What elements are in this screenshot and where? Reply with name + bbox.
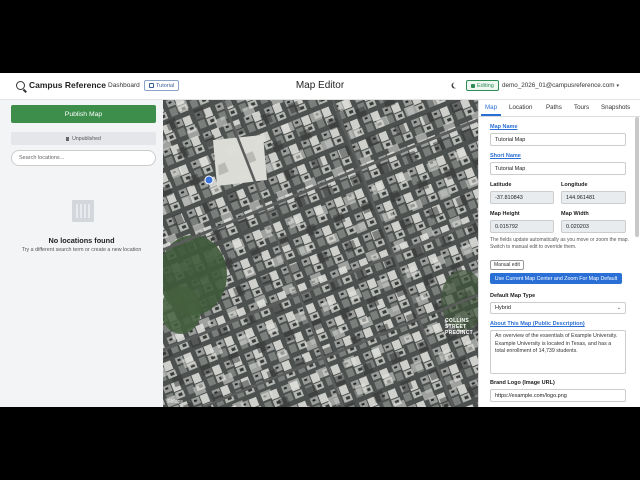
brand-logo-label: Brand Logo (Image URL): [490, 380, 555, 386]
map-height-label: Map Height: [490, 211, 520, 217]
satellite-map[interactable]: COLLINS STREET PRECINCT ©Maps: [163, 100, 478, 407]
user-email: demo_2026_01@campusreference.com: [502, 82, 615, 89]
auto-update-hint: The fields update automatically as you m…: [490, 237, 629, 250]
tab-paths[interactable]: Paths: [546, 104, 562, 111]
map-overlay-label: COLLINS STREET PRECINCT: [445, 318, 473, 336]
panel-tabs: Map Location Paths Tours Snapshots: [479, 100, 640, 117]
brand-logo-url-input[interactable]: https://example.com/logo.png: [490, 389, 626, 402]
magnifier-logo-icon: [16, 80, 25, 90]
map-settings-panel: Map Location Paths Tours Snapshots Map N…: [478, 100, 640, 407]
map-attribution: ©Maps: [167, 399, 183, 405]
status-label: Unpublished: [72, 135, 101, 142]
lock-icon: [471, 83, 475, 88]
editing-label: Editing: [477, 82, 494, 89]
manual-edit-button[interactable]: Manual edit: [490, 260, 524, 270]
latitude-label: Latitude: [490, 182, 512, 188]
empty-state-title: No locations found: [48, 236, 115, 245]
short-name-label: Short Name: [490, 153, 521, 159]
building-icon: [72, 200, 94, 222]
map-name-label: Map Name: [490, 124, 518, 130]
dark-mode-icon[interactable]: [453, 82, 459, 88]
tab-location[interactable]: Location: [509, 104, 532, 111]
map-imagery: [163, 100, 478, 407]
map-name-input[interactable]: Tutorial Map: [490, 133, 626, 146]
map-type-value: Hybrid: [495, 305, 511, 311]
book-icon: [149, 83, 154, 88]
default-map-type-select[interactable]: Hybrid ⌄: [490, 302, 626, 314]
tab-tours[interactable]: Tours: [574, 104, 589, 111]
default-map-type-label: Default Map Type: [490, 293, 536, 299]
tutorial-button[interactable]: Tutorial: [144, 80, 180, 91]
longitude-field[interactable]: 144.961481: [561, 191, 626, 204]
dashboard-link[interactable]: Dashboard: [108, 82, 140, 89]
brand-name: Campus Reference: [29, 80, 107, 90]
brand-logo[interactable]: Campus Reference: [16, 80, 106, 90]
user-menu[interactable]: demo_2026_01@campusreference.com ▾: [502, 82, 619, 89]
short-name-input[interactable]: Tutorial Map: [490, 162, 626, 175]
unpublished-status-badge: Unpublished: [11, 132, 156, 145]
about-map-textarea[interactable]: An overview of the essentials of Example…: [490, 330, 626, 374]
about-map-label: About This Map (Public Description): [490, 321, 585, 327]
search-locations-input[interactable]: [11, 150, 156, 166]
tab-map[interactable]: Map: [485, 104, 497, 111]
tab-snapshots[interactable]: Snapshots: [601, 104, 630, 111]
chevron-down-icon: ⌄: [616, 305, 621, 311]
latitude-field[interactable]: -37.810843: [490, 191, 554, 204]
use-default-view-button[interactable]: Use Current Map Center and Zoom For Map …: [490, 273, 622, 284]
publish-map-button[interactable]: Publish Map: [11, 105, 156, 123]
top-bar: Campus Reference Dashboard Tutorial Map …: [0, 73, 640, 100]
map-width-label: Map Width: [561, 211, 589, 217]
document-icon: [66, 136, 70, 141]
active-tab-indicator: [481, 114, 501, 116]
panel-scrollbar[interactable]: [635, 117, 639, 237]
locations-sidebar: Publish Map Unpublished No locations fou…: [0, 100, 164, 407]
chevron-down-icon: ▾: [616, 83, 619, 89]
map-width-field[interactable]: 0.020203: [561, 220, 626, 233]
editing-badge[interactable]: Editing: [466, 80, 499, 91]
longitude-label: Longitude: [561, 182, 588, 188]
empty-state-subtitle: Try a different search term or create a …: [21, 247, 142, 253]
map-editor-app: Campus Reference Dashboard Tutorial Map …: [0, 73, 640, 407]
map-height-field[interactable]: 0.015792: [490, 220, 554, 233]
tutorial-label: Tutorial: [156, 82, 175, 89]
